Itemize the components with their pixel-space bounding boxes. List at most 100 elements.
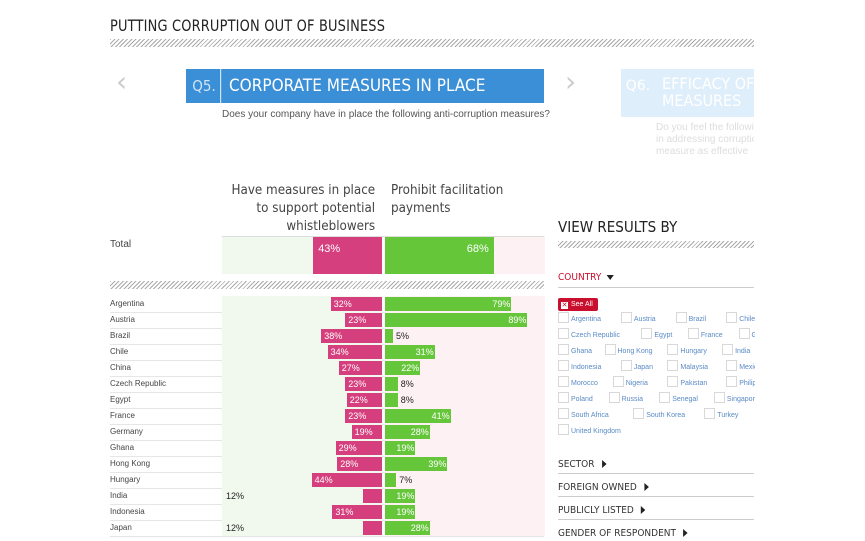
country-filter-chip[interactable]: Malaysia (667, 360, 708, 371)
value-label-facilitation: 41% (431, 411, 450, 421)
country-filter-chip[interactable]: Philippines (726, 376, 755, 387)
country-filter-chip[interactable]: Indonesia (558, 360, 601, 371)
country-filter-label: Philippines (739, 380, 755, 387)
country-filter-label: South Africa (571, 412, 609, 419)
country-filter-chip[interactable]: Austria (620, 312, 656, 323)
value-label-facilitation: 28% (410, 523, 429, 533)
country-filter-chip[interactable]: South Africa (558, 408, 609, 419)
checkbox-icon (667, 376, 679, 387)
country-filter-chip[interactable]: South Korea (633, 408, 685, 419)
next-question-number: Q6. (625, 78, 651, 94)
country-filter-label: Mexico (739, 364, 755, 371)
value-label-facilitation: 28% (410, 427, 429, 437)
country-filter-chip[interactable]: France (687, 328, 723, 339)
checkbox-icon (667, 344, 679, 355)
country-filter-label: Austria (633, 316, 656, 323)
country-label: Egypt (110, 395, 131, 404)
filter-foreign-owned-label: FOREIGN OWNED (558, 482, 637, 493)
row-left-track (222, 488, 382, 504)
country-filter-chip[interactable]: Hong Kong (604, 344, 653, 355)
value-label-whistleblowers: 23% (348, 379, 367, 389)
filter-sector[interactable]: SECTOR (558, 459, 607, 470)
country-filter-chip[interactable]: Brazil (675, 312, 707, 323)
sector-underline (558, 473, 754, 474)
checkbox-icon (704, 408, 716, 419)
bar-facilitation (385, 377, 398, 391)
country-label: Chile (110, 347, 129, 356)
title-divider (110, 39, 754, 47)
bar-facilitation (385, 473, 397, 487)
country-filter-chip[interactable]: Ghana (558, 344, 592, 355)
chevron-left-icon[interactable]: ‹ (116, 68, 127, 96)
value-label-facilitation: 8% (400, 395, 414, 405)
country-filter-label: Hong Kong (617, 348, 653, 355)
country-filter-chip[interactable]: Argentina (558, 312, 601, 323)
filter-publicly-listed[interactable]: PUBLICLY LISTED (558, 505, 646, 516)
country-filter-chip[interactable]: Morocco (558, 376, 598, 387)
country-label: Brazil (110, 331, 131, 340)
country-filter-chip[interactable]: Mexico (726, 360, 755, 371)
country-label: Czech Republic (110, 379, 167, 388)
country-filter-label: India (735, 348, 751, 355)
checkbox-icon (675, 312, 687, 323)
country-filter-chip[interactable]: Germany (738, 328, 755, 339)
country-filter-label: Indonesia (571, 364, 602, 371)
checkbox-icon (620, 360, 632, 371)
country-label: Germany (110, 427, 143, 436)
total-track-top-line (222, 236, 544, 237)
country-label: Hong Kong (110, 459, 151, 468)
value-label-whistleblowers: 31% (335, 507, 354, 517)
country-filter-chip[interactable]: Hungary (667, 344, 707, 355)
foreign-owned-underline (558, 496, 754, 497)
country-label: Japan (110, 523, 132, 532)
filter-sector-label: SECTOR (558, 459, 595, 470)
checkbox-icon (641, 328, 653, 339)
sidebar-divider (558, 241, 754, 248)
checkbox-icon (558, 360, 569, 371)
country-filter-chip[interactable]: Czech Republic (558, 328, 620, 339)
country-filter-chip[interactable]: Japan (620, 360, 653, 371)
value-label-facilitation: 19% (396, 491, 415, 501)
country-filter-label: Malaysia (680, 364, 709, 371)
country-filter-chip[interactable]: United Kingdom (558, 424, 621, 435)
checkbox-icon (667, 360, 679, 371)
country-filter-label: Chile (739, 316, 755, 323)
country-filter-chip[interactable]: Nigeria (612, 376, 648, 387)
country-filter-chip[interactable]: Senegal (659, 392, 698, 403)
value-label-facilitation: 22% (401, 363, 420, 373)
country-filter-chip[interactable]: Russia (608, 392, 643, 403)
value-label-whistleblowers: 23% (348, 411, 367, 421)
chevron-right-icon[interactable]: › (565, 68, 576, 96)
country-filter-chip[interactable]: Pakistan (667, 376, 707, 387)
country-filter-label: Egypt (654, 332, 673, 339)
country-filter-label: Argentina (571, 316, 601, 323)
checkbox-icon (558, 424, 569, 435)
checkbox-icon (558, 392, 569, 403)
total-value-whistleblowers: 43% (318, 243, 341, 255)
bar-facilitation (385, 329, 393, 343)
country-filter-chip[interactable]: Singapore (713, 392, 755, 403)
country-filter-chip[interactable]: Chile (726, 312, 755, 323)
country-filter-label: Pakistan (680, 380, 708, 387)
filter-gender[interactable]: GENDER OF RESPONDENT (558, 528, 688, 539)
country-filter-label: Brazil (688, 316, 707, 323)
caret-right-icon (601, 460, 607, 468)
checkbox-icon (738, 328, 750, 339)
country-filter-chip[interactable]: Egypt (641, 328, 672, 339)
checkbox-icon (726, 376, 738, 387)
filter-foreign-owned[interactable]: FOREIGN OWNED (558, 482, 649, 493)
close-icon: ✕ (561, 302, 568, 309)
country-filter-chip[interactable]: Poland (558, 392, 593, 403)
country-filter-label: Senegal (672, 396, 698, 403)
filter-country-toggle[interactable]: COUNTRY (558, 272, 614, 283)
country-filter-list: ArgentinaAustriaBrazilChileChinaCzech Re… (556, 310, 755, 445)
value-label-whistleblowers: 27% (341, 363, 360, 373)
caret-right-icon (683, 529, 688, 537)
checkbox-icon (722, 344, 734, 355)
value-label-facilitation: 19% (396, 507, 415, 517)
value-label-whistleblowers: 34% (330, 347, 349, 357)
country-filter-chip[interactable]: India (722, 344, 750, 355)
country-filter-chip[interactable]: Turkey (704, 408, 738, 419)
row-divider (110, 536, 544, 537)
caret-right-icon (643, 483, 649, 491)
